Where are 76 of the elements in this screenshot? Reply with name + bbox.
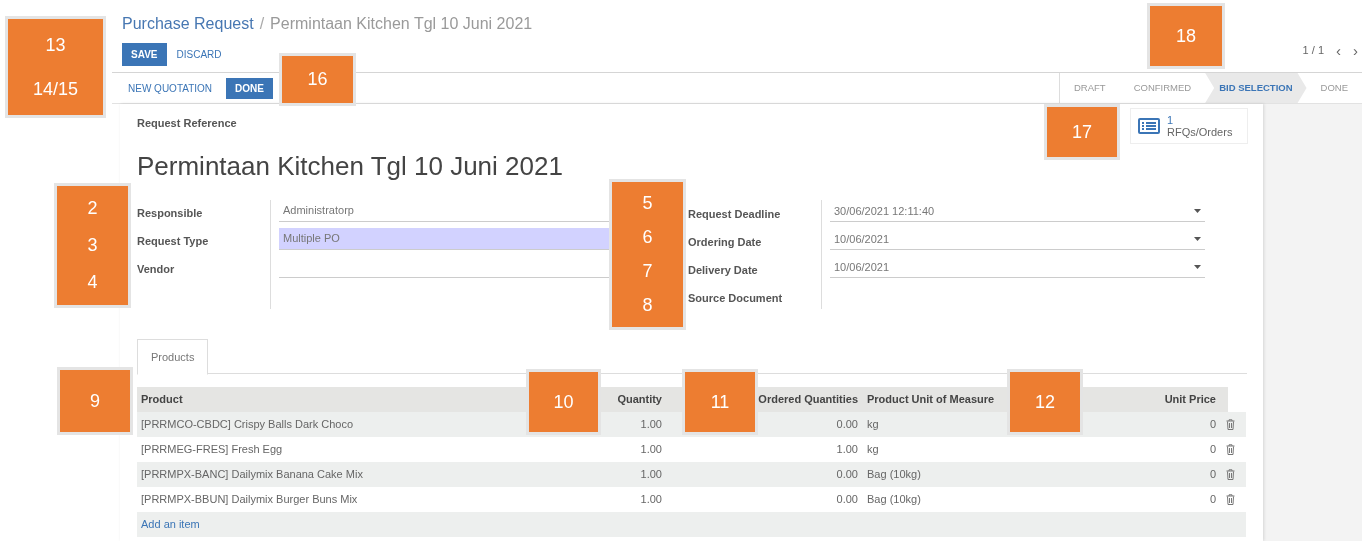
caret-icon: [1194, 209, 1201, 213]
callout-number: 13: [45, 33, 66, 57]
callout-number: 9: [90, 389, 100, 413]
input-field[interactable]: Multiple PO: [279, 228, 610, 250]
save-button[interactable]: SAVE: [122, 43, 167, 66]
table-cell-text: 0.00: [835, 417, 858, 433]
new-quotation-button[interactable]: NEW QUOTATION: [122, 77, 219, 99]
field-label: Delivery Date: [688, 263, 759, 277]
table-cell-text: Bag (10kg): [866, 492, 922, 508]
field-label: Request Type: [137, 235, 210, 247]
table-cell-text: kg: [866, 417, 880, 433]
trash-icon[interactable]: [1226, 444, 1235, 455]
field-label: Responsible: [137, 207, 204, 219]
breadcrumb-separator: /: [259, 14, 265, 34]
column-header: Product Unit of Measure: [867, 393, 995, 406]
table-cell-text: [PRRMEG-FRES] Fresh Egg: [140, 442, 284, 458]
date-field[interactable]: 10/06/2021: [830, 257, 1205, 278]
table-cell-text: 0.00: [835, 492, 858, 508]
callout-number: 16: [307, 68, 328, 91]
table-cell-text: 0: [1208, 467, 1217, 483]
caret-icon: [1194, 265, 1201, 269]
list-icon: [1137, 117, 1161, 135]
previous-button[interactable]: ‹: [1336, 42, 1341, 58]
table-cell-text: 0: [1208, 417, 1217, 433]
trash-icon[interactable]: [1226, 419, 1235, 430]
callout-number: 11: [710, 390, 730, 414]
callout-number: 7: [642, 260, 653, 284]
column-header: Product: [141, 393, 183, 406]
table-cell-text: [PRRMCO-CBDC] Crispy Balls Dark Choco: [140, 417, 355, 433]
table-cell-text: 0: [1208, 492, 1217, 508]
trash-icon[interactable]: [1226, 469, 1235, 480]
field-label: Request Deadline: [688, 207, 782, 221]
done-button[interactable]: DONE: [226, 77, 273, 99]
table-cell-text: 0.00: [835, 467, 858, 483]
table-cell-text: 1.00: [639, 467, 662, 483]
callout-number: 18: [1176, 24, 1196, 48]
field-label: Ordering Date: [688, 235, 763, 249]
callout-number: 12: [1035, 390, 1055, 414]
next-button[interactable]: ›: [1353, 42, 1358, 58]
discard-button[interactable]: DISCARD: [170, 43, 228, 66]
breadcrumb-current: Permintaan Kitchen Tgl 10 Juni 2021: [270, 14, 533, 34]
table-cell-text: 1.00: [639, 492, 662, 508]
callout-number: 17: [1072, 120, 1092, 144]
pager-counter: 1 / 1: [1302, 43, 1324, 58]
tab[interactable]: Products: [137, 339, 209, 375]
table-cell-text: 1.00: [639, 442, 662, 458]
table-cell-text: Bag (10kg): [866, 467, 922, 483]
table-cell-text: 1.00: [639, 417, 662, 433]
trash-icon[interactable]: [1226, 494, 1235, 505]
table-cell-text: [PRRMPX-BBUN] Dailymix Burger Buns Mix: [140, 492, 359, 508]
field-label: Vendor: [137, 263, 176, 275]
callout-number: 10: [553, 390, 574, 414]
caret-icon: [1194, 237, 1201, 241]
add-item-link[interactable]: Add an item: [141, 516, 200, 533]
status-stage[interactable]: BID SELECTION: [1205, 73, 1307, 103]
field-label: Source Document: [688, 291, 784, 305]
callout-number: 3: [87, 234, 98, 257]
date-field[interactable]: 10/06/2021: [830, 229, 1205, 250]
column-header: Unit Price: [1164, 393, 1216, 406]
record-title: Permintaan Kitchen Tgl 10 Juni 2021: [137, 150, 564, 182]
callout-number: 4: [87, 271, 98, 294]
callout-number: 5: [642, 191, 653, 215]
table-cell-text: 1.00: [835, 442, 858, 458]
callout-number: 14/15: [32, 77, 78, 101]
callout-number: 2: [87, 197, 98, 220]
callout-number: 8: [642, 294, 653, 318]
table-cell-text: kg: [866, 442, 880, 458]
column-header: Quantity: [617, 393, 662, 406]
rfq-orders-button[interactable]: 1 RFQs/Orders: [1130, 108, 1248, 144]
table-cell-text: [PRRMPX-BANC] Dailymix Banana Cake Mix: [140, 467, 364, 483]
breadcrumb-link[interactable]: Purchase Request: [122, 12, 254, 36]
callout-number: 6: [642, 225, 653, 249]
field-label: Request Reference: [137, 116, 237, 131]
table-cell-text: 0: [1208, 442, 1217, 458]
column-header: Ordered Quantities: [758, 393, 858, 406]
date-field[interactable]: 30/06/2021 12:11:40: [830, 201, 1205, 222]
